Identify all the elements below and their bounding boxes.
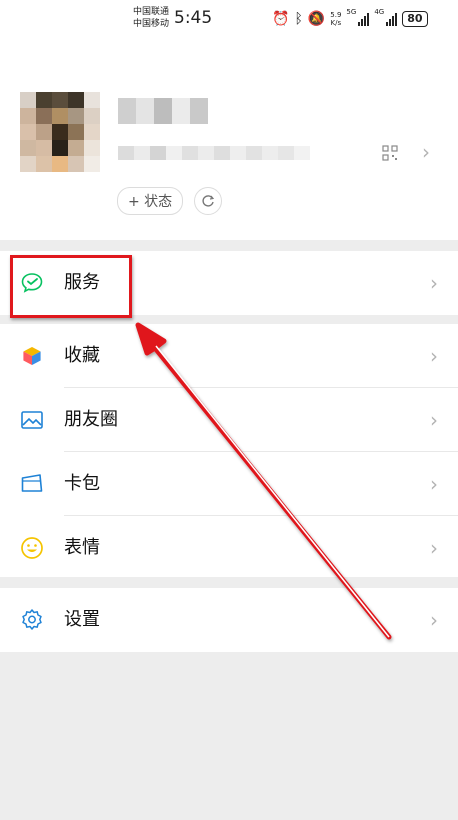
- mute-icon: 🔕: [307, 11, 326, 27]
- chevron-right-icon: ›: [430, 608, 438, 632]
- chevron-right-icon: ›: [430, 408, 438, 432]
- menu-item-settings[interactable]: 设置 ›: [0, 588, 458, 652]
- profile-chevron-icon[interactable]: ›: [422, 140, 430, 164]
- menu-item-stickers[interactable]: 表情 ›: [0, 516, 458, 580]
- signal-icon-2: [386, 12, 398, 26]
- chevron-right-icon: ›: [430, 536, 438, 560]
- refresh-button[interactable]: [194, 187, 222, 215]
- avatar[interactable]: [20, 92, 100, 172]
- clock: 5:45: [174, 8, 213, 28]
- menu-label-cards: 卡包: [64, 473, 100, 494]
- chevron-right-icon: ›: [430, 472, 438, 496]
- net-speed-unit: K/s: [330, 19, 342, 27]
- signal-icon-1: [358, 12, 370, 26]
- chevron-right-icon: ›: [430, 271, 438, 295]
- menu-item-cards[interactable]: 卡包 ›: [0, 452, 458, 516]
- refresh-icon: [202, 195, 215, 207]
- card-wallet-icon: [21, 474, 43, 492]
- menu-label-stickers: 表情: [64, 537, 100, 558]
- carrier-1: 中国联通: [133, 7, 170, 17]
- alarm-icon: ⏰: [272, 11, 290, 27]
- menu-item-favorites[interactable]: 收藏 ›: [0, 324, 458, 388]
- net-speed: 5.9 K/s: [330, 11, 341, 27]
- status-bar: 中国联通 中国移动 5:45 ⏰ ᛒ 🔕 5.9 K/s 5G 4G 80: [0, 0, 458, 40]
- menu-label-moments: 朋友圈: [64, 409, 118, 430]
- menu-label-settings: 设置: [64, 609, 100, 630]
- menu-label-favorites: 收藏: [64, 345, 100, 366]
- chevron-right-icon: ›: [430, 344, 438, 368]
- highlight-box: [10, 255, 132, 318]
- menu-item-moments[interactable]: 朋友圈 ›: [0, 388, 458, 452]
- gear-icon: [22, 609, 42, 630]
- status-button-label: + 状态: [128, 194, 173, 210]
- net-type-1: 5G: [346, 8, 357, 16]
- net-speed-value: 5.9: [330, 11, 342, 19]
- image-icon: [21, 411, 43, 429]
- status-button[interactable]: + 状态: [117, 187, 184, 215]
- battery-icon: 80: [402, 11, 428, 27]
- qrcode-icon[interactable]: [382, 145, 398, 161]
- nickname-blurred: [118, 98, 208, 124]
- carrier-2: 中国移动: [133, 19, 170, 29]
- carrier-info: 中国联通 中国移动: [133, 6, 169, 30]
- smile-icon: [21, 537, 43, 559]
- status-icons: ⏰ ᛒ 🔕 5.9 K/s 5G 4G 80: [272, 8, 428, 30]
- net-type-2: 4G: [374, 8, 385, 16]
- menu-group-settings: 设置 ›: [0, 588, 458, 652]
- cube-icon: [22, 346, 42, 366]
- bluetooth-icon: ᛒ: [294, 11, 303, 27]
- wechat-id-blurred: [118, 146, 310, 160]
- menu-group-main: 收藏 › 朋友圈 › 卡包 › 表情 ›: [0, 324, 458, 577]
